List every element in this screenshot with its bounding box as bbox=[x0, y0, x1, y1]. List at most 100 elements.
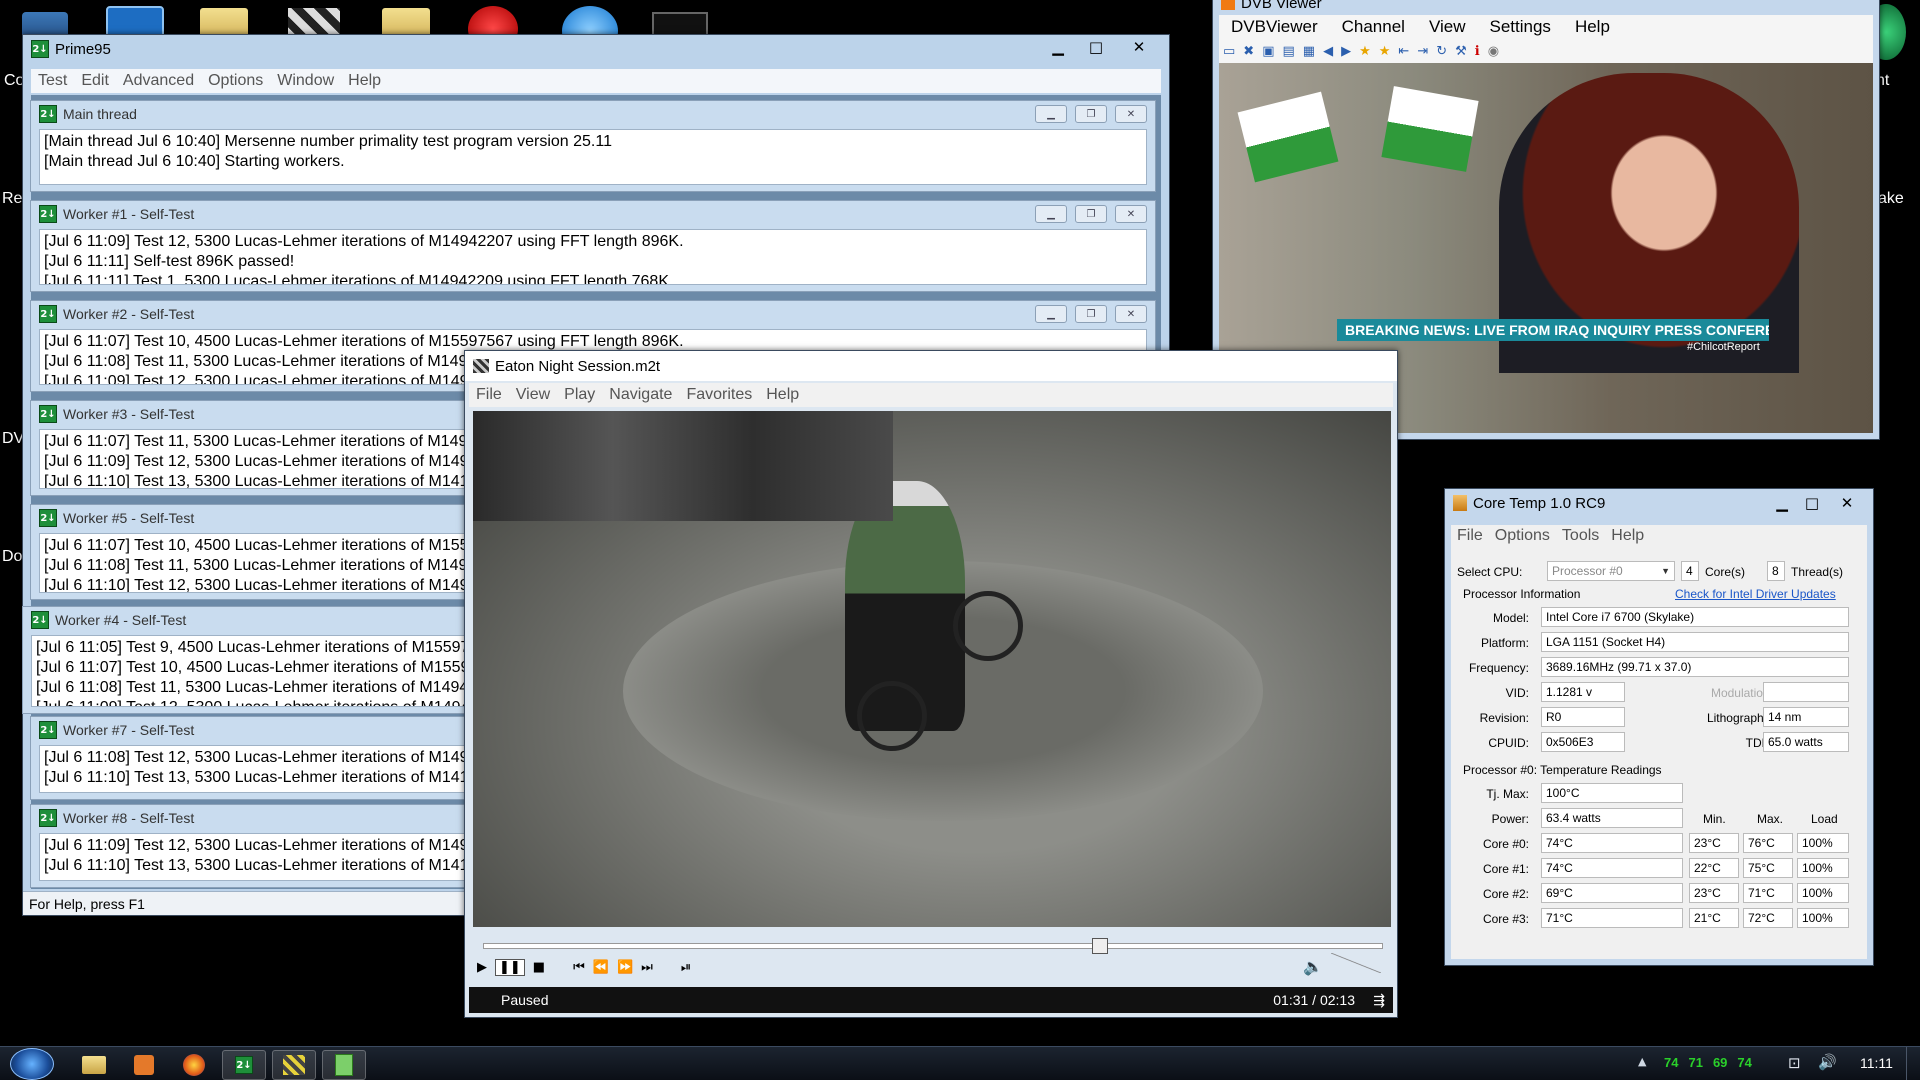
ct-menu-help[interactable]: Help bbox=[1605, 527, 1650, 545]
player-video[interactable] bbox=[473, 411, 1391, 927]
child-minimize-button[interactable]: ▁ bbox=[1035, 305, 1067, 323]
frame-step-icon[interactable]: ⏯ bbox=[681, 960, 691, 975]
volume-icon[interactable]: 🔈 bbox=[1303, 957, 1323, 976]
dvb-menu-view[interactable]: View bbox=[1417, 17, 1478, 37]
minimize-button[interactable]: ▁ bbox=[1039, 37, 1077, 57]
ct-menu-file[interactable]: File bbox=[1451, 527, 1489, 545]
skip-back-icon[interactable]: ⏮ bbox=[573, 960, 585, 975]
tray-expand-icon[interactable]: ▲ bbox=[1638, 1055, 1646, 1068]
tools-icon[interactable]: ⚒ bbox=[1455, 44, 1467, 59]
player-menu-view[interactable]: View bbox=[509, 386, 557, 404]
record-icon[interactable]: ◉ bbox=[1488, 44, 1499, 59]
tray-temp-0[interactable]: 74 bbox=[1664, 1055, 1678, 1070]
refresh-icon[interactable]: ↻ bbox=[1436, 44, 1447, 59]
dvb-menu-settings[interactable]: Settings bbox=[1478, 17, 1563, 37]
select-cpu-dropdown[interactable]: Processor #0 ▼ bbox=[1547, 561, 1675, 581]
player-menu-favorites[interactable]: Favorites bbox=[679, 386, 759, 404]
tray-temp-2[interactable]: 69 bbox=[1713, 1055, 1727, 1070]
back-icon[interactable]: ◀ bbox=[1323, 44, 1333, 59]
seek-thumb[interactable] bbox=[1091, 938, 1108, 954]
child-titlebar[interactable]: 2↓ Worker #2 - Self-Test bbox=[31, 301, 1155, 327]
taskbar-firefox[interactable] bbox=[172, 1050, 216, 1080]
maximize-button[interactable]: □ bbox=[1077, 37, 1115, 57]
desktop-mode-icon[interactable]: ▤ bbox=[1283, 44, 1295, 59]
coretemp-close-button[interactable]: ✕ bbox=[1827, 493, 1867, 513]
child-title: Worker #7 - Self-Test bbox=[63, 722, 195, 738]
dvb-titlebar[interactable]: DVB Viewer bbox=[1213, 0, 1879, 13]
taskbar-coretemp[interactable] bbox=[322, 1050, 366, 1080]
child-titlebar[interactable]: 2↓ Worker #1 - Self-Test bbox=[31, 201, 1155, 227]
prime95-child-window[interactable]: 2↓ Worker #1 - Self-Test ▁ ❐ ✕ [Jul 6 11:09] … bbox=[30, 200, 1156, 292]
ct-menu-tools[interactable]: Tools bbox=[1556, 527, 1605, 545]
stats-icon[interactable]: ⇶ bbox=[1373, 987, 1385, 1013]
child-restore-button[interactable]: ❐ bbox=[1075, 305, 1107, 323]
screen-icon[interactable]: ▭ bbox=[1223, 44, 1235, 59]
cpuid-label: CPUID: bbox=[1488, 736, 1529, 750]
speaker-icon[interactable]: 🔊 bbox=[1818, 1053, 1837, 1071]
menu-options[interactable]: Options bbox=[201, 72, 270, 90]
player-menu-help[interactable]: Help bbox=[759, 386, 806, 404]
tray-temp-1[interactable]: 71 bbox=[1688, 1055, 1702, 1070]
child-close-button[interactable]: ✕ bbox=[1115, 205, 1147, 223]
favorite-icon[interactable]: ★ bbox=[1359, 44, 1371, 59]
prev-channel-icon[interactable]: ⇤ bbox=[1398, 44, 1409, 59]
coretemp-maximize-button[interactable]: □ bbox=[1797, 493, 1827, 513]
clock[interactable]: 11:11 bbox=[1860, 1055, 1893, 1071]
seek-bar[interactable] bbox=[483, 938, 1383, 954]
window-icon[interactable]: ▣ bbox=[1262, 44, 1274, 59]
taskbar-app-orange[interactable] bbox=[122, 1050, 166, 1080]
child-restore-button[interactable]: ❐ bbox=[1075, 205, 1107, 223]
coretemp-app-icon bbox=[1453, 495, 1467, 511]
coretemp-minimize-button[interactable]: ▁ bbox=[1767, 493, 1797, 513]
close-button[interactable]: ✕ bbox=[1115, 37, 1163, 57]
child-log[interactable]: [Main thread Jul 6 10:40] Mersenne numbe… bbox=[39, 129, 1147, 185]
rewind-icon[interactable]: ⏪ bbox=[593, 960, 609, 975]
favorite-add-icon[interactable]: ★ bbox=[1379, 44, 1391, 59]
child-titlebar[interactable]: 2↓ Main thread bbox=[31, 101, 1155, 127]
menu-advanced[interactable]: Advanced bbox=[116, 72, 201, 90]
skip-forward-icon[interactable]: ⏭ bbox=[641, 960, 653, 975]
child-close-button[interactable]: ✕ bbox=[1115, 305, 1147, 323]
info-icon[interactable]: ℹ bbox=[1475, 44, 1480, 59]
volume-slider[interactable] bbox=[1331, 953, 1381, 973]
pause-icon[interactable]: ❚❚ bbox=[495, 959, 525, 976]
menu-test[interactable]: Test bbox=[31, 72, 74, 90]
select-cpu-label: Select CPU: bbox=[1457, 565, 1523, 579]
taskbar-explorer[interactable] bbox=[72, 1050, 116, 1080]
dvb-menu-dvbviewer[interactable]: DVBViewer bbox=[1219, 17, 1330, 37]
player-titlebar[interactable]: Eaton Night Session.m2t bbox=[465, 351, 1397, 381]
taskbar-prime95[interactable]: 2↓ bbox=[222, 1050, 266, 1080]
player-menu-play[interactable]: Play bbox=[557, 386, 602, 404]
menu-help[interactable]: Help bbox=[341, 72, 388, 90]
child-log[interactable]: [Jul 6 11:09] Test 12, 5300 Lucas-Lehmer… bbox=[39, 229, 1147, 285]
stop-icon[interactable]: ■ bbox=[533, 960, 545, 975]
show-desktop-button[interactable] bbox=[1906, 1047, 1920, 1080]
dvb-menu-channel[interactable]: Channel bbox=[1330, 17, 1417, 37]
driver-updates-link[interactable]: Check for Intel Driver Updates bbox=[1675, 587, 1836, 601]
menu-window[interactable]: Window bbox=[270, 72, 341, 90]
tray-temp-3[interactable]: 74 bbox=[1737, 1055, 1751, 1070]
child-minimize-button[interactable]: ▁ bbox=[1035, 205, 1067, 223]
dvb-menu-help[interactable]: Help bbox=[1563, 17, 1622, 37]
epg-icon[interactable]: ▦ bbox=[1303, 44, 1315, 59]
menu-edit[interactable]: Edit bbox=[74, 72, 116, 90]
player-menu-navigate[interactable]: Navigate bbox=[602, 386, 679, 404]
forward-icon[interactable]: ▶ bbox=[1341, 44, 1351, 59]
player-menu-file[interactable]: File bbox=[469, 386, 509, 404]
prime95-menubar: Test Edit Advanced Options Window Help bbox=[31, 69, 1161, 93]
ct-menu-options[interactable]: Options bbox=[1489, 527, 1556, 545]
taskbar-player[interactable] bbox=[272, 1050, 316, 1080]
core-label: Core #3: bbox=[1482, 912, 1529, 926]
child-restore-button[interactable]: ❐ bbox=[1075, 105, 1107, 123]
fast-forward-icon[interactable]: ⏩ bbox=[617, 960, 633, 975]
network-icon[interactable]: ⊡ bbox=[1788, 1054, 1801, 1072]
child-minimize-button[interactable]: ▁ bbox=[1035, 105, 1067, 123]
start-button[interactable] bbox=[10, 1048, 54, 1080]
prime95-titlebar[interactable]: 2↓ Prime95 bbox=[23, 35, 1169, 63]
child-close-button[interactable]: ✕ bbox=[1115, 105, 1147, 123]
prime95-child-window[interactable]: 2↓ Main thread ▁ ❐ ✕ [Main thread Jul 6 10:40… bbox=[30, 100, 1156, 192]
next-channel-icon[interactable]: ⇥ bbox=[1417, 44, 1428, 59]
core-temp-field: 69°C bbox=[1541, 883, 1683, 903]
fullscreen-icon[interactable]: ✖ bbox=[1243, 44, 1254, 59]
play-icon[interactable]: ▶ bbox=[477, 960, 487, 975]
